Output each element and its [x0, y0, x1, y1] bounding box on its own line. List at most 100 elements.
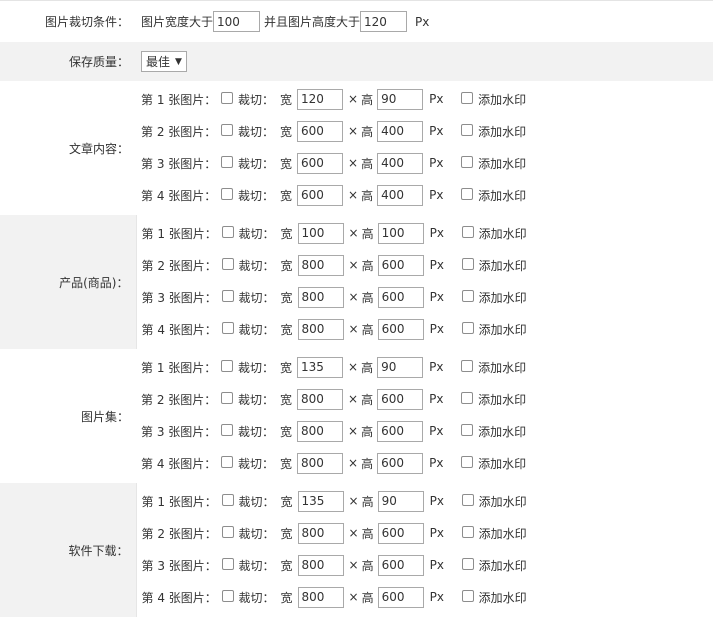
crop-height-input[interactable] — [377, 452, 424, 474]
crop-image-row: 第 3 张图片： 裁切： 宽 ×高 Px 添加水印 — [142, 281, 713, 313]
crop-height-input[interactable] — [377, 318, 424, 340]
crop-width-input[interactable] — [297, 318, 344, 340]
unit-label: Px — [429, 188, 444, 202]
quality-label: 保存质量： — [0, 42, 136, 81]
crop-checkbox[interactable] — [221, 589, 234, 602]
crop-width-input[interactable] — [297, 356, 344, 378]
watermark-checkbox[interactable] — [461, 155, 474, 168]
crop-checkbox[interactable] — [221, 123, 233, 136]
crop-label: 裁切： — [238, 124, 275, 139]
group-label: 图片集： — [80, 409, 129, 424]
crop-checkbox[interactable] — [221, 91, 233, 104]
crop-width-input[interactable] — [297, 420, 344, 442]
min-height-input[interactable] — [360, 11, 408, 32]
image-index-label: 第 4 张图片： — [141, 188, 217, 203]
times-sign: × — [348, 258, 359, 272]
watermark-checkbox[interactable] — [461, 257, 474, 270]
crop-height-input[interactable] — [377, 152, 424, 174]
times-sign: × — [348, 494, 359, 508]
crop-checkbox[interactable] — [221, 187, 233, 200]
crop-height-input[interactable] — [377, 522, 424, 544]
watermark-checkbox[interactable] — [461, 225, 474, 238]
watermark-checkbox[interactable] — [461, 359, 474, 372]
crop-width-input[interactable] — [297, 490, 344, 512]
watermark-checkbox[interactable] — [461, 557, 474, 570]
crop-checkbox[interactable] — [221, 225, 234, 238]
crop-checkbox[interactable] — [221, 423, 233, 436]
crop-width-input[interactable] — [297, 152, 344, 174]
watermark-checkbox[interactable] — [461, 455, 474, 468]
crop-checkbox[interactable] — [221, 289, 234, 302]
crop-image-row: 第 2 张图片： 裁切： 宽 ×高 Px 添加水印 — [141, 383, 713, 415]
watermark-checkbox[interactable] — [461, 493, 474, 506]
crop-height-input[interactable] — [377, 286, 424, 308]
crop-width-input[interactable] — [297, 554, 344, 576]
watermark-label: 添加水印 — [478, 124, 527, 139]
crop-width-input[interactable] — [297, 286, 344, 308]
crop-width-input[interactable] — [297, 88, 344, 110]
min-width-input[interactable] — [213, 11, 261, 32]
crop-width-input[interactable] — [297, 522, 344, 544]
crop-height-input[interactable] — [377, 420, 424, 442]
watermark-label: 添加水印 — [478, 156, 527, 171]
crop-width-input[interactable] — [297, 452, 344, 474]
height-label: 高 — [361, 526, 374, 541]
unit-label: Px — [429, 590, 444, 604]
watermark-checkbox[interactable] — [461, 391, 474, 404]
quality-row: 保存质量： 最佳 ▼ — [0, 42, 713, 81]
crop-width-input[interactable] — [297, 120, 344, 142]
crop-width-input[interactable] — [297, 222, 344, 244]
crop-checkbox[interactable] — [221, 359, 233, 372]
image-index-label: 第 3 张图片： — [141, 290, 217, 305]
crop-width-input[interactable] — [297, 254, 344, 276]
crop-checkbox[interactable] — [221, 321, 234, 334]
height-label: 高 — [361, 494, 374, 509]
watermark-checkbox[interactable] — [461, 321, 474, 334]
crop-height-input[interactable] — [377, 184, 424, 206]
width-label: 宽 — [280, 290, 293, 305]
crop-checkbox[interactable] — [221, 455, 233, 468]
width-label: 宽 — [280, 124, 293, 139]
crop-height-input[interactable] — [377, 222, 424, 244]
crop-checkbox[interactable] — [221, 557, 234, 570]
watermark-checkbox[interactable] — [461, 91, 474, 104]
image-index-label: 第 2 张图片： — [141, 392, 217, 407]
crop-checkbox[interactable] — [221, 155, 233, 168]
crop-width-input[interactable] — [297, 184, 344, 206]
crop-height-input[interactable] — [377, 120, 424, 142]
crop-width-input[interactable] — [297, 586, 344, 608]
crop-height-input[interactable] — [377, 490, 424, 512]
crop-height-input[interactable] — [377, 388, 424, 410]
width-label: 宽 — [280, 392, 293, 407]
crop-checkbox[interactable] — [221, 493, 234, 506]
crop-label: 裁切： — [238, 258, 275, 273]
watermark-label: 添加水印 — [478, 322, 527, 337]
image-index-label: 第 2 张图片： — [141, 526, 217, 541]
watermark-checkbox[interactable] — [461, 187, 474, 200]
watermark-checkbox[interactable] — [461, 525, 474, 538]
height-label: 高 — [361, 322, 374, 337]
crop-checkbox[interactable] — [221, 391, 233, 404]
watermark-checkbox[interactable] — [461, 123, 474, 136]
dropdown-arrow-icon: ▼ — [175, 56, 182, 67]
quality-selected-value: 最佳 — [146, 55, 171, 69]
crop-label: 裁切： — [238, 290, 275, 305]
crop-checkbox[interactable] — [221, 525, 234, 538]
width-label: 宽 — [280, 92, 293, 107]
crop-width-input[interactable] — [297, 388, 344, 410]
times-sign: × — [348, 558, 359, 572]
watermark-label: 添加水印 — [478, 456, 527, 471]
crop-height-input[interactable] — [377, 356, 424, 378]
times-sign: × — [348, 392, 359, 406]
watermark-checkbox[interactable] — [461, 289, 474, 302]
watermark-checkbox[interactable] — [461, 589, 474, 602]
crop-checkbox[interactable] — [221, 257, 234, 270]
crop-height-input[interactable] — [377, 586, 424, 608]
watermark-label: 添加水印 — [478, 290, 527, 305]
crop-height-input[interactable] — [377, 254, 424, 276]
quality-select[interactable]: 最佳 ▼ — [141, 51, 187, 72]
crop-height-input[interactable] — [377, 554, 424, 576]
watermark-label: 添加水印 — [478, 360, 527, 375]
crop-height-input[interactable] — [377, 88, 424, 110]
watermark-checkbox[interactable] — [461, 423, 474, 436]
